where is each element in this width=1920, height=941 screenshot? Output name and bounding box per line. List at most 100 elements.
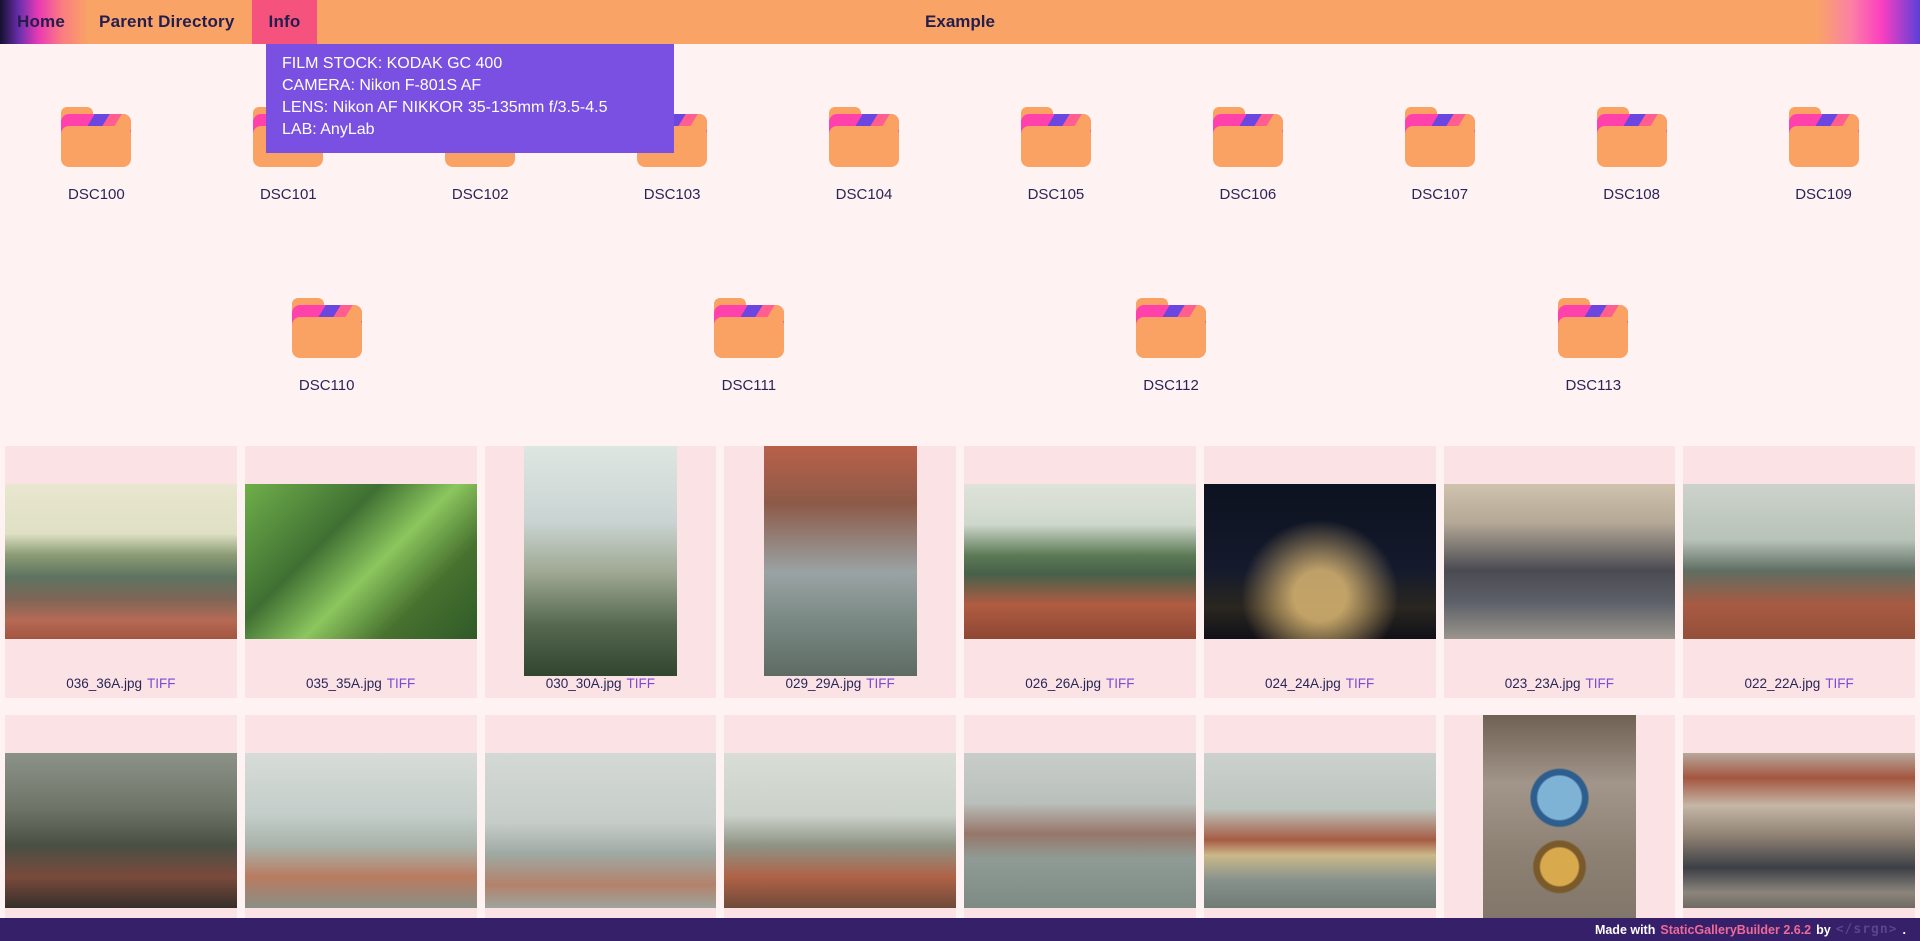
navbar: Home Parent Directory Info Example [0, 0, 1920, 44]
folder-label: DSC109 [1728, 186, 1919, 203]
folder-dsc109[interactable]: DSC109 [1728, 104, 1919, 203]
folder-dsc112[interactable]: DSC112 [1076, 295, 1267, 394]
photo-thumbnail[interactable] [1483, 715, 1636, 941]
photo-thumbnail[interactable] [5, 484, 237, 639]
folder-dsc104[interactable]: DSC104 [769, 104, 960, 203]
folder-dsc100[interactable]: DSC100 [1, 104, 192, 203]
photo-card [1204, 715, 1436, 941]
folder-label: DSC102 [385, 186, 576, 203]
folder-label: DSC108 [1536, 186, 1727, 203]
photo-area [1683, 446, 1915, 676]
photo-thumbnail[interactable] [764, 446, 917, 676]
footer-by-text: by [1816, 923, 1831, 937]
folder-dsc111[interactable]: DSC111 [653, 295, 844, 394]
folder-label: DSC105 [960, 186, 1151, 203]
photo-card [245, 715, 477, 941]
folder-label: DSC111 [653, 377, 844, 394]
folder-label: DSC107 [1344, 186, 1535, 203]
photo-card [724, 715, 956, 941]
folder-dsc113[interactable]: DSC113 [1498, 295, 1689, 394]
nav-item-home[interactable]: Home [0, 0, 82, 44]
photo-thumbnail[interactable] [524, 446, 677, 676]
photo-thumbnail[interactable] [485, 753, 717, 908]
photo-thumbnail[interactable] [724, 753, 956, 908]
nav-item-info[interactable]: Info [252, 0, 318, 44]
folder-label: DSC101 [193, 186, 384, 203]
photo-caption: 029_29A.jpg TIFF [724, 676, 956, 698]
nav-item-parent-directory[interactable]: Parent Directory [82, 0, 251, 44]
folder-icon [711, 295, 787, 361]
photo-area [245, 715, 477, 941]
builder-version-link[interactable]: StaticGalleryBuilder 2.6.2 [1660, 923, 1811, 937]
folder-dsc105[interactable]: DSC105 [960, 104, 1151, 203]
tiff-link[interactable]: TIFF [1106, 676, 1135, 691]
folder-icon [1594, 104, 1670, 170]
folder-icon [1786, 104, 1862, 170]
photo-thumbnail[interactable] [1204, 753, 1436, 908]
folder-icon [1555, 295, 1631, 361]
folder-label: DSC112 [1076, 377, 1267, 394]
srgn-logo[interactable]: </srgn> [1836, 922, 1898, 937]
tiff-link[interactable]: TIFF [1346, 676, 1375, 691]
folder-icon [58, 104, 134, 170]
folder-label: DSC106 [1152, 186, 1343, 203]
photo-area [1444, 715, 1676, 941]
folder-dsc110[interactable]: DSC110 [231, 295, 422, 394]
photo-card: 029_29A.jpg TIFF [724, 446, 956, 698]
photo-card: 036_36A.jpg TIFF [5, 446, 237, 698]
photo-caption: 030_30A.jpg TIFF [485, 676, 717, 698]
photo-thumbnail[interactable] [1683, 753, 1915, 908]
photo-area [964, 715, 1196, 941]
photo-area [1204, 715, 1436, 941]
photo-filename: 030_30A.jpg [546, 676, 622, 691]
tiff-link[interactable]: TIFF [866, 676, 895, 691]
photo-card [1444, 715, 1676, 941]
photo-thumbnail[interactable] [964, 753, 1196, 908]
photo-filename: 024_24A.jpg [1265, 676, 1341, 691]
folder-dsc106[interactable]: DSC106 [1152, 104, 1343, 203]
info-popup: FILM STOCK: KODAK GC 400 CAMERA: Nikon F… [266, 44, 674, 153]
photo-thumbnail[interactable] [1444, 484, 1676, 639]
tiff-link[interactable]: TIFF [1586, 676, 1615, 691]
photo-card: 035_35A.jpg TIFF [245, 446, 477, 698]
folder-icon [826, 104, 902, 170]
footer-period: . [1903, 923, 1906, 937]
photo-thumbnail[interactable] [1204, 484, 1436, 639]
photo-thumbnail[interactable] [1683, 484, 1915, 639]
photo-area [1204, 446, 1436, 676]
photo-card [1683, 715, 1915, 941]
photo-card: 030_30A.jpg TIFF [485, 446, 717, 698]
photo-caption: 022_22A.jpg TIFF [1683, 676, 1915, 698]
folder-label: DSC110 [231, 377, 422, 394]
photo-thumbnail[interactable] [5, 753, 237, 908]
folder-label: DSC103 [577, 186, 768, 203]
photo-area [245, 446, 477, 676]
photo-area [5, 715, 237, 941]
photo-area [485, 446, 717, 676]
photo-card: 022_22A.jpg TIFF [1683, 446, 1915, 698]
footer: Made with StaticGalleryBuilder 2.6.2 by … [0, 918, 1920, 941]
photo-area [485, 715, 717, 941]
photo-filename: 035_35A.jpg [306, 676, 382, 691]
photo-caption: 024_24A.jpg TIFF [1204, 676, 1436, 698]
photo-card [5, 715, 237, 941]
info-line-camera: CAMERA: Nikon F-801S AF [282, 75, 658, 97]
folder-icon [289, 295, 365, 361]
folder-label: DSC113 [1498, 377, 1689, 394]
folder-icon [1402, 104, 1478, 170]
photo-filename: 026_26A.jpg [1025, 676, 1101, 691]
photo-thumbnail[interactable] [245, 484, 477, 639]
info-line-film-stock: FILM STOCK: KODAK GC 400 [282, 53, 658, 75]
photo-filename: 029_29A.jpg [785, 676, 861, 691]
photo-thumbnail[interactable] [245, 753, 477, 908]
tiff-link[interactable]: TIFF [627, 676, 656, 691]
tiff-link[interactable]: TIFF [1825, 676, 1854, 691]
photo-area [1444, 446, 1676, 676]
tiff-link[interactable]: TIFF [147, 676, 176, 691]
folder-dsc107[interactable]: DSC107 [1344, 104, 1535, 203]
info-line-lab: LAB: AnyLab [282, 119, 658, 141]
photo-area [5, 446, 237, 676]
tiff-link[interactable]: TIFF [387, 676, 416, 691]
photo-thumbnail[interactable] [964, 484, 1196, 639]
folder-dsc108[interactable]: DSC108 [1536, 104, 1727, 203]
